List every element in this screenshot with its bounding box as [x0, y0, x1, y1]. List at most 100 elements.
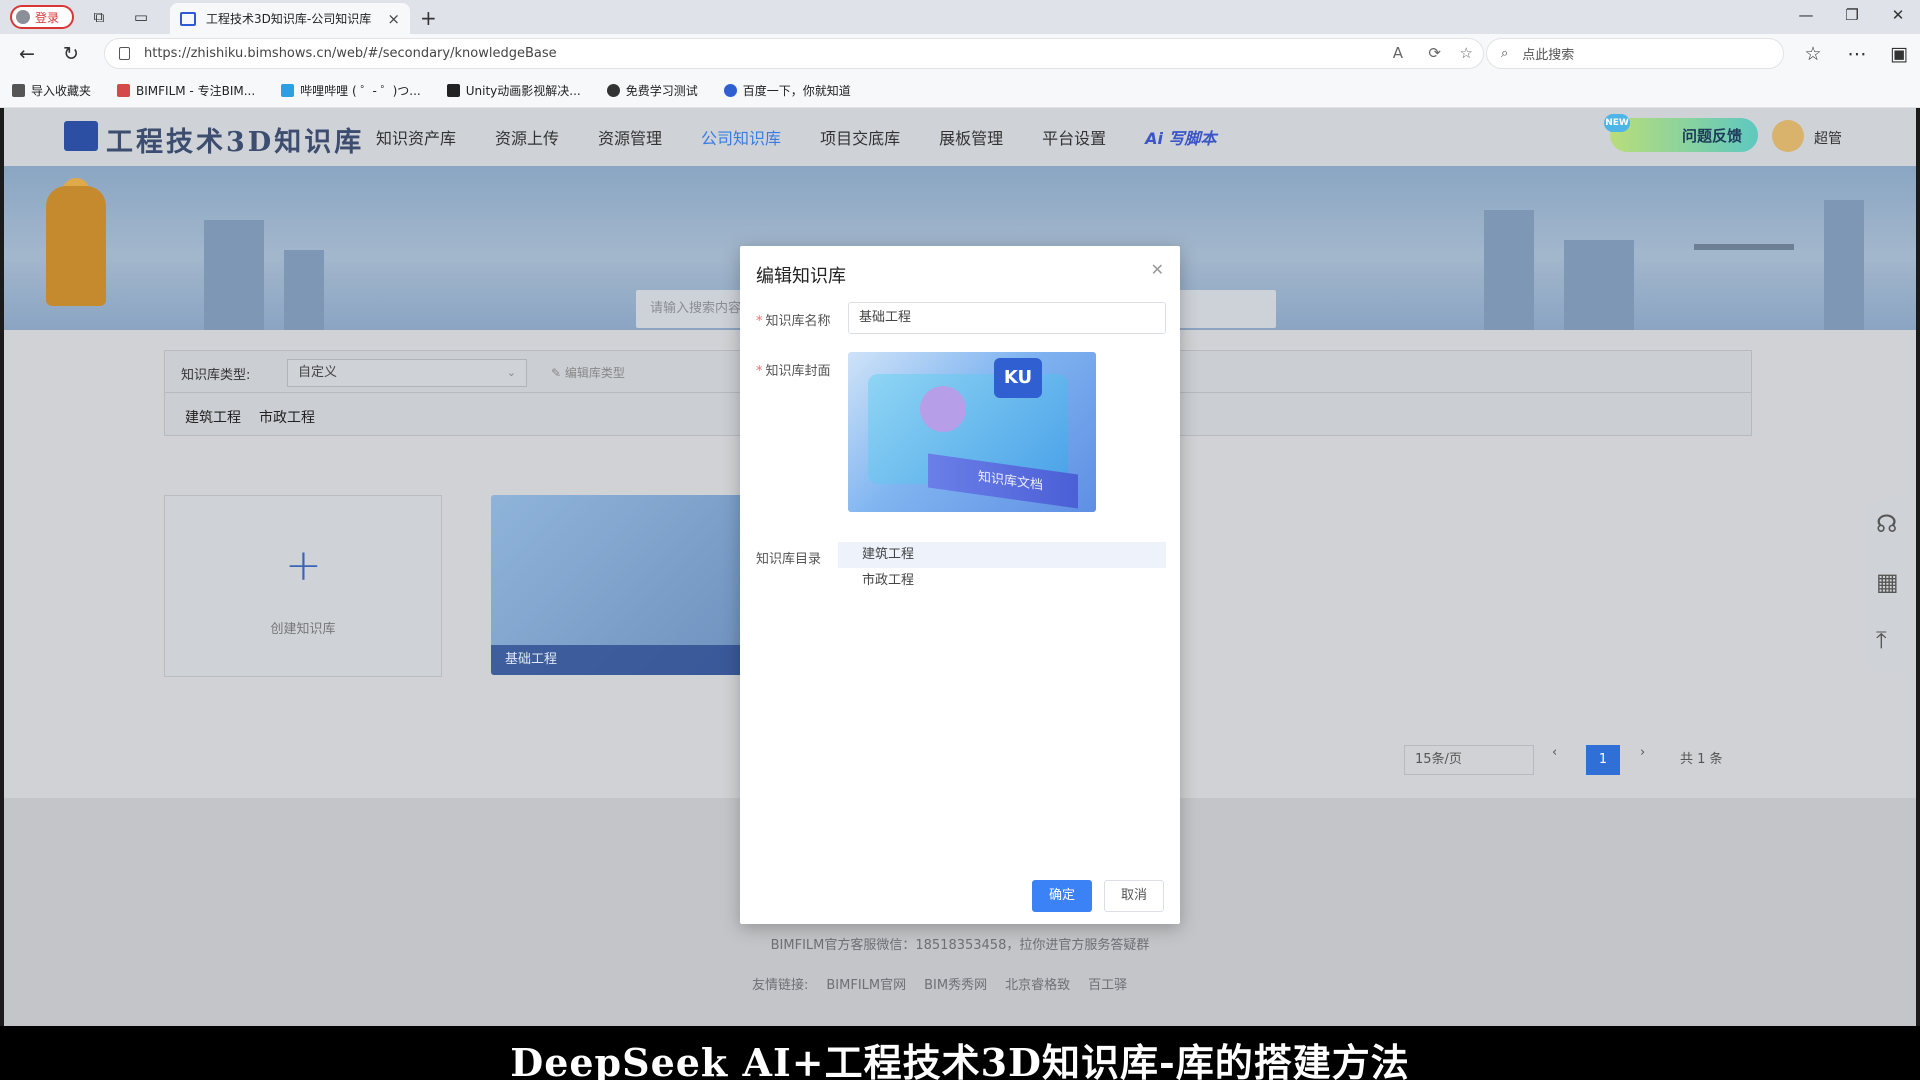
create-knowledge-card[interactable]: + 创建知识库	[164, 495, 442, 677]
lock-icon	[119, 47, 130, 60]
feedback-button[interactable]: NEW 问题反馈	[1604, 114, 1758, 152]
url-field[interactable]: https://zhishiku.bimshows.cn/web/#/secon…	[104, 38, 1484, 69]
favorite-label: Unity动画影视解决...	[465, 84, 581, 98]
name-label: * 知识库名称	[756, 310, 831, 329]
sidebar-icon[interactable]: ▣	[1888, 43, 1910, 65]
site-logo-text[interactable]: 工程技术3D知识库	[106, 120, 364, 159]
footer-link[interactable]: BIMFILM官网	[826, 974, 906, 993]
menu-item-board-management[interactable]: 展板管理	[939, 125, 1003, 149]
read-aloud-icon[interactable]: A	[1393, 44, 1403, 62]
name-label-text: 知识库名称	[765, 314, 831, 329]
tab-title: 工程技术3D知识库-公司知识库	[206, 12, 372, 26]
tab-actions-icon[interactable]: ▭	[132, 8, 150, 26]
total-count: 共 1 条	[1680, 752, 1723, 767]
category-list: 建筑工程 市政工程	[185, 407, 315, 427]
footer-link[interactable]: 北京睿格致	[1005, 974, 1070, 993]
profile-avatar-icon	[16, 10, 30, 24]
plus-icon: +	[285, 540, 322, 591]
category-item[interactable]: 建筑工程	[185, 407, 241, 427]
menu-item-asset-library[interactable]: 知识资产库	[376, 125, 456, 149]
menu-item-ai-script[interactable]: Ai 写脚本	[1145, 125, 1216, 149]
menu-item-platform-settings[interactable]: 平台设置	[1042, 125, 1106, 149]
footer-link[interactable]: BIM秀秀网	[924, 974, 987, 993]
favorite-item-bimfilm[interactable]: BIMFILM - 专注BIM...	[117, 82, 255, 99]
cover-person-icon	[920, 386, 966, 432]
baidu-paw-icon	[723, 84, 737, 97]
close-icon[interactable]: ✕	[1151, 260, 1164, 279]
refresh-translate-icon[interactable]: ⟳	[1428, 44, 1441, 62]
workspaces-icon[interactable]: ⧉	[90, 8, 108, 26]
feedback-label: 问题反馈	[1681, 126, 1742, 145]
browser-address-bar: ← ↻ https://zhishiku.bimshows.cn/web/#/s…	[0, 34, 1920, 74]
search-placeholder: 点此搜索	[1522, 48, 1575, 63]
cover-label-text: 知识库封面	[765, 364, 831, 379]
menu-item-company-knowledge[interactable]: 公司知识库	[701, 125, 781, 149]
search-icon: ⌕	[1501, 46, 1509, 61]
next-page-icon[interactable]: ›	[1640, 745, 1645, 760]
footer-service-text: BIMFILM官方客服微信：18518353458，拉你进官方服务答疑群	[770, 938, 1150, 953]
site-header: 工程技术3D知识库 知识资产库 资源上传 资源管理 公司知识库 项目交底库 展板…	[4, 108, 1916, 166]
tree-node[interactable]: 建筑工程	[838, 542, 1166, 568]
chevron-down-icon: ⌄	[506, 366, 516, 379]
tree-node[interactable]: 市政工程	[838, 568, 1166, 594]
minimize-icon[interactable]: —	[1796, 6, 1816, 24]
headset-icon[interactable]: ☊	[1876, 510, 1897, 538]
confirm-button[interactable]: 确定	[1032, 880, 1092, 912]
prev-page-icon[interactable]: ‹	[1552, 745, 1557, 760]
more-icon[interactable]: ⋯	[1846, 43, 1868, 65]
footer-links-label: 友情链接:	[752, 978, 809, 993]
favorite-star-icon[interactable]: ☆	[1460, 44, 1473, 62]
crane-illustration	[1694, 244, 1794, 250]
building-shape	[204, 220, 264, 330]
favorites-icon[interactable]: ☆	[1802, 43, 1824, 65]
bimfilm-icon	[117, 84, 131, 97]
building-shape	[1824, 200, 1864, 330]
favorite-item-import[interactable]: 导入收藏夹	[12, 82, 91, 99]
user-name[interactable]: 超管	[1814, 128, 1842, 148]
footer-link[interactable]: 百工驿	[1088, 974, 1127, 993]
restore-icon[interactable]: ❐	[1842, 6, 1862, 24]
import-icon	[12, 84, 25, 97]
browser-tab-active[interactable]: 工程技术3D知识库-公司知识库 ×	[170, 3, 410, 34]
category-item[interactable]: 市政工程	[259, 407, 315, 427]
type-label: 知识库类型:	[181, 368, 251, 383]
cancel-button[interactable]: 取消	[1104, 880, 1164, 912]
cover-image-upload[interactable]: KU 知识库文档	[848, 352, 1096, 512]
new-badge: NEW	[1604, 114, 1630, 132]
favorite-item-bilibili[interactable]: 哔哩哔哩 ( ゜- ゜)つ...	[281, 82, 421, 99]
user-avatar[interactable]	[1772, 120, 1804, 152]
edit-type-button[interactable]: ✎ 编辑库类型	[551, 364, 625, 381]
knowledge-name-input[interactable]: 基础工程	[848, 302, 1166, 334]
qr-code-icon[interactable]: ▦	[1876, 568, 1899, 596]
back-icon[interactable]: ←	[16, 43, 38, 65]
menu-item-project-disclosure[interactable]: 项目交底库	[820, 125, 900, 149]
favorite-item-unity[interactable]: Unity动画影视解决...	[446, 82, 581, 99]
required-mark: *	[756, 314, 763, 329]
openai-icon	[606, 84, 620, 97]
page-size-select[interactable]: 15条/页	[1404, 745, 1534, 775]
browser-search-input[interactable]: ⌕ 点此搜索	[1486, 38, 1784, 69]
footer-links: 友情链接: BIMFILM官网 BIM秀秀网 北京睿格致 百工驿	[752, 974, 1127, 993]
modal-title: 编辑知识库	[756, 266, 846, 287]
new-tab-icon[interactable]: +	[420, 6, 437, 30]
favorite-label: 哔哩哔哩 ( ゜- ゜)つ...	[300, 84, 421, 98]
tab-close-icon[interactable]: ×	[387, 10, 400, 28]
back-to-top-icon[interactable]: ⤒	[1876, 626, 1887, 654]
favorite-item-baidu[interactable]: 百度一下，你就知道	[723, 82, 851, 99]
page-number-1[interactable]: 1	[1586, 745, 1620, 775]
knowledge-base-card[interactable]: 基础工程	[491, 495, 767, 675]
cover-label: * 知识库封面	[756, 360, 831, 379]
favorite-item-test[interactable]: 免费学习测试	[606, 82, 698, 99]
login-label: 登录	[35, 10, 60, 25]
refresh-icon[interactable]: ↻	[60, 43, 82, 65]
favorites-bar: 导入收藏夹 BIMFILM - 专注BIM... 哔哩哔哩 ( ゜- ゜)つ..…	[0, 74, 1920, 108]
screen: 登录 ⧉ ▭ 工程技术3D知识库-公司知识库 × + — ❐ ✕ ← ↻ htt…	[0, 0, 1920, 1080]
profile-login-button[interactable]: 登录	[10, 5, 74, 29]
menu-item-resource-management[interactable]: 资源管理	[598, 125, 662, 149]
building-shape	[1484, 210, 1534, 330]
type-select[interactable]: 自定义 ⌄	[287, 359, 527, 387]
menu-item-upload[interactable]: 资源上传	[495, 125, 559, 149]
edit-type-label: 编辑库类型	[564, 366, 625, 380]
dir-label: 知识库目录	[756, 552, 822, 567]
window-close-icon[interactable]: ✕	[1888, 6, 1908, 24]
